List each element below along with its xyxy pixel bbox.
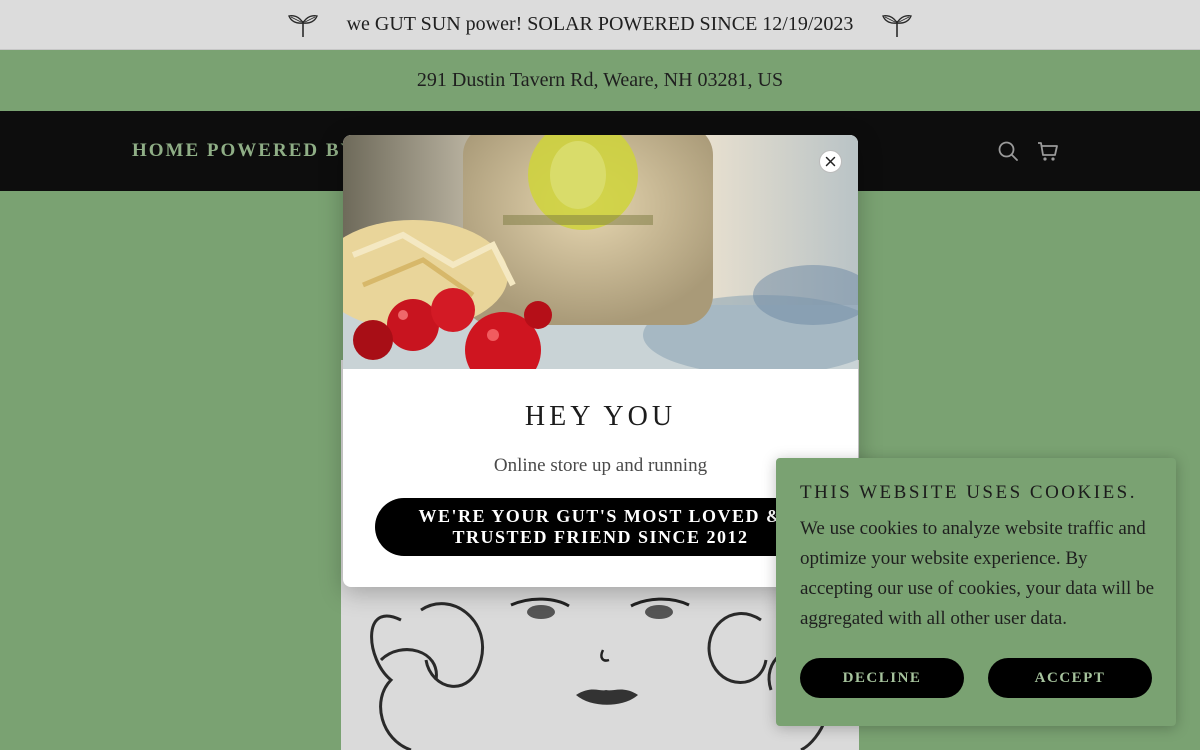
popup-product-photo <box>343 135 858 369</box>
cookie-title: THIS WEBSITE USES COOKIES. <box>800 482 1137 503</box>
cookie-body: We use cookies to analyze website traffi… <box>800 518 1155 629</box>
accept-button[interactable]: ACCEPT <box>988 658 1152 698</box>
popup-title: HEY YOU <box>524 401 677 432</box>
decline-button[interactable]: DECLINE <box>800 658 964 698</box>
popup-cta-button[interactable]: WE'RE YOUR GUT'S MOST LOVED & TRUSTED FR… <box>375 498 826 556</box>
close-icon[interactable] <box>819 150 842 173</box>
cookie-banner: THIS WEBSITE USES COOKIES. We use cookie… <box>776 458 1176 726</box>
